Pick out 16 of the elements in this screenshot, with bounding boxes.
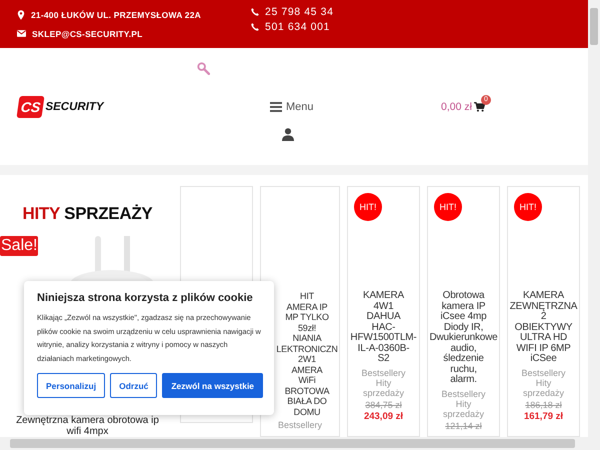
sale-price: 243,09 zł: [362, 410, 404, 422]
section-heading: HITY SPRZEAŻY: [22, 204, 154, 224]
sale-badge: Sale!: [0, 236, 38, 256]
old-price: 186,18 zł: [524, 400, 563, 410]
address-text: 21-400 ŁUKÓW UL. PRZEMYSŁOWA 22A: [31, 10, 201, 20]
category-text: Bestsellery Hity sprzedaży: [440, 388, 486, 418]
hit-badge: HIT!: [354, 193, 382, 221]
dialog-title: Niniejsza strona korzysta z plików cookie: [37, 292, 254, 304]
category-text: Bestsellery Hity sprzedaży: [520, 368, 566, 398]
hit-badge: HIT!: [514, 193, 542, 221]
sale-price: 161,79 zł: [522, 410, 564, 422]
category-text: Bestsellery: [276, 420, 323, 430]
hit-badge: HIT!: [434, 193, 462, 221]
category-text: Bestsellery Hity sprzedaży: [360, 368, 406, 398]
old-price: 121,14 zł: [444, 420, 483, 430]
old-price: 384,75 zł: [364, 400, 403, 410]
